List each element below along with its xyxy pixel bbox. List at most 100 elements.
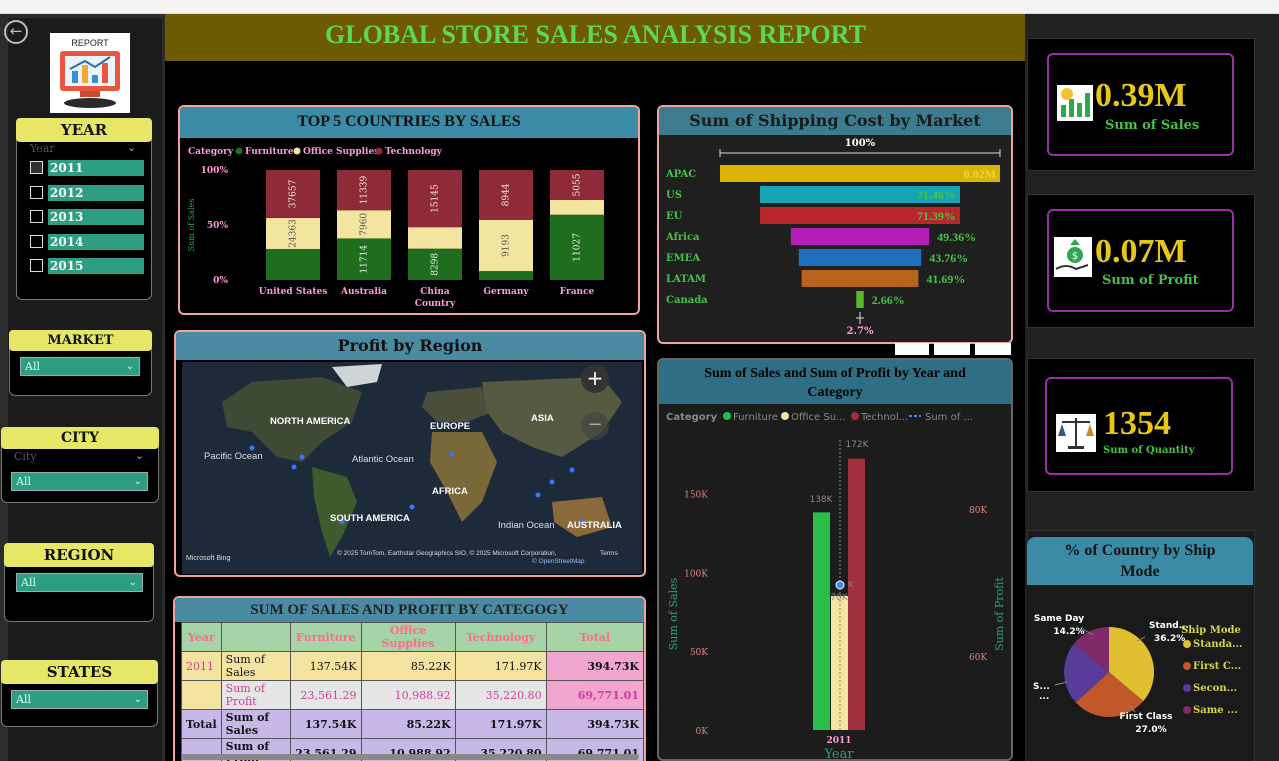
shipping-category-4: EMEA bbox=[666, 253, 700, 264]
zoom-out-button[interactable]: − bbox=[581, 412, 609, 440]
window-top-strip bbox=[0, 0, 1279, 14]
top5-xtick-4: France bbox=[560, 287, 595, 297]
top5-legend-1: Office Supplies bbox=[303, 147, 379, 157]
pie-callout-same-day: Same Day bbox=[1034, 614, 1084, 624]
city-slicer-title: CITY bbox=[1, 427, 159, 449]
combo-profit-label: K bbox=[848, 580, 854, 589]
pie-legend-item-1: First C... bbox=[1193, 661, 1241, 672]
matrix-header-cell[interactable]: Office Supplies bbox=[360, 622, 456, 652]
shipping-bar-4 bbox=[798, 249, 922, 266]
combo-legend-marker-1 bbox=[781, 412, 789, 420]
pie-callout-second-pct: ... bbox=[1039, 692, 1049, 702]
shipping-value-label-3: 49.36% bbox=[937, 230, 976, 244]
year-checkbox-2012[interactable] bbox=[30, 185, 43, 199]
top5-value-label-4-0: 11027 bbox=[573, 233, 583, 262]
pie-title: % of Country by Ship Mode bbox=[1027, 537, 1253, 585]
top5-legend-marker-0 bbox=[235, 147, 243, 155]
states-dropdown[interactable]: All ⌄ bbox=[11, 690, 148, 709]
market-dropdown[interactable]: All ⌄ bbox=[20, 357, 140, 376]
shipping-category-0: APAC bbox=[665, 169, 696, 180]
shipping-bar-6 bbox=[856, 291, 864, 308]
shipping-category-2: EU bbox=[666, 211, 683, 222]
shipping-cost-card[interactable]: Sum of Shipping Cost by Market 100% APAC 0… bbox=[657, 105, 1013, 344]
year-option-2014[interactable]: 2014 bbox=[48, 233, 144, 250]
pie-legend-item-0: Standa... bbox=[1193, 639, 1243, 650]
combo-yleft-label: Sum of Sales bbox=[667, 577, 680, 650]
region-slicer-title: REGION bbox=[4, 543, 154, 567]
top5-legend-label: Category bbox=[188, 147, 234, 157]
shipping-value-label-5: 41.69% bbox=[926, 272, 965, 286]
year-option-2015[interactable]: 2015 bbox=[48, 258, 144, 274]
year-option-2012[interactable]: 2012 bbox=[48, 184, 144, 201]
year-option-2013[interactable]: 2013 bbox=[48, 209, 144, 225]
top5-bar-0-0 bbox=[266, 248, 320, 280]
city-dropdown-value: All bbox=[16, 475, 31, 488]
horizontal-scrollbar[interactable] bbox=[181, 754, 639, 760]
kpi-card-sales[interactable]: 0.39M Sum of Sales bbox=[1047, 53, 1234, 156]
year-checkbox-2011[interactable] bbox=[30, 161, 43, 174]
logo-text: REPORT bbox=[71, 38, 109, 48]
city-dropdown[interactable]: All ⌄ bbox=[11, 472, 148, 491]
shipping-value-label-2: 71.39% bbox=[917, 209, 956, 223]
map-label-asia: ASIA bbox=[531, 413, 554, 424]
profit-by-region-card[interactable]: Profit by Region NORTH AMERICA EUROPE AS… bbox=[174, 330, 646, 577]
pie-legend-marker-0 bbox=[1183, 640, 1191, 648]
pie-callout-first: First Class bbox=[1120, 712, 1173, 722]
matrix-header-cell[interactable]: Total bbox=[545, 622, 644, 652]
map-title: Profit by Region bbox=[176, 332, 644, 360]
world-map[interactable]: NORTH AMERICA EUROPE ASIA AFRICA SOUTH A… bbox=[182, 362, 642, 574]
top5-legend-0: Furniture bbox=[245, 147, 294, 157]
top5-legend-2: Technology bbox=[385, 147, 443, 157]
visual-header-icon-2[interactable] bbox=[934, 343, 970, 355]
matrix-cell: 35,220.80 bbox=[454, 680, 547, 710]
top5-countries-card[interactable]: TOP 5 COUNTRIES BY SALES Category Furnitu… bbox=[178, 105, 640, 315]
money-chart-icon bbox=[1057, 85, 1093, 121]
year-checkbox-2015[interactable] bbox=[30, 259, 43, 272]
combo-legend-marker-0 bbox=[723, 412, 731, 420]
year-checkbox-2014[interactable] bbox=[30, 234, 43, 248]
matrix-header-cell[interactable]: Furniture bbox=[290, 622, 362, 652]
matrix-row: Total Sum of Sales 137.54K 85.22K 171.97K 394… bbox=[181, 709, 644, 739]
kpi-card-profit[interactable]: $ 0.07M Sum of Profit bbox=[1047, 209, 1234, 312]
zoom-in-button[interactable]: + bbox=[581, 365, 609, 393]
category-matrix-card[interactable]: SUM OF SALES AND PROFIT BY CATEGOGY Year… bbox=[173, 596, 646, 761]
chevron-down-icon[interactable]: ⌄ bbox=[127, 141, 136, 154]
chevron-down-icon[interactable]: ⌄ bbox=[135, 449, 144, 462]
matrix-header-row: Year Furniture Office Supplies Technology To… bbox=[181, 622, 644, 652]
region-dropdown[interactable]: All ⌄ bbox=[16, 573, 143, 592]
top5-xtick-3: Germany bbox=[483, 287, 529, 297]
shipping-category-3: Africa bbox=[665, 232, 700, 243]
combo-bar-0 bbox=[813, 512, 830, 730]
sales-profit-combo-card[interactable]: Sum of Sales and Sum of Profit by Year a… bbox=[657, 358, 1013, 761]
top5-value-label-1-1: 7960 bbox=[360, 213, 370, 236]
matrix-header-cell[interactable] bbox=[220, 622, 292, 652]
top5-value-label-1-0: 11714 bbox=[360, 245, 370, 274]
map-label-europe: EUROPE bbox=[430, 421, 470, 432]
kpi-card-quantity[interactable]: 1354 Sum of Quantity bbox=[1045, 377, 1233, 475]
shipping-funnel-chart: 100% APAC 0.02M US 71.46% EU 71.39% Africa 49.36… bbox=[665, 138, 1001, 337]
matrix-header-cell[interactable]: Year bbox=[181, 622, 222, 652]
pie-card[interactable]: % of Country by Ship Mode Same Day 14.2% S… bbox=[1027, 537, 1253, 761]
combo-profit-point bbox=[835, 580, 845, 590]
matrix-cell: Sum of Profit bbox=[220, 680, 292, 710]
combo-yleft-tick-2: 50K bbox=[690, 648, 708, 658]
combo-xtick: 2011 bbox=[826, 736, 851, 746]
combo-yleft-tick-0: 150K bbox=[684, 490, 708, 500]
top5-ytick-1: 50% bbox=[207, 221, 229, 231]
matrix-cell: 69,771.01 bbox=[545, 680, 644, 710]
top5-chart: Category Furniture Office Supplies Technolo… bbox=[187, 147, 604, 309]
matrix-header-cell[interactable]: Technology bbox=[454, 622, 547, 652]
shipping-value-label-0: 0.02M bbox=[964, 167, 996, 181]
market-slicer-title: MARKET bbox=[9, 330, 152, 351]
top5-legend-marker-1 bbox=[293, 147, 301, 155]
top5-ytick-2: 0% bbox=[213, 276, 228, 286]
visual-header-icon-3[interactable] bbox=[975, 343, 1011, 355]
visual-header-icon-1[interactable] bbox=[895, 343, 929, 355]
minus-icon: − bbox=[587, 414, 603, 435]
year-option-2011[interactable]: 2011 bbox=[48, 160, 144, 176]
year-checkbox-2013[interactable] bbox=[30, 210, 43, 223]
back-arrow-icon[interactable]: ← bbox=[4, 20, 28, 44]
combo-legend-marker-2 bbox=[851, 412, 859, 420]
combo-legend-label: Category bbox=[666, 412, 718, 423]
shipping-bar-0 bbox=[720, 165, 1000, 182]
